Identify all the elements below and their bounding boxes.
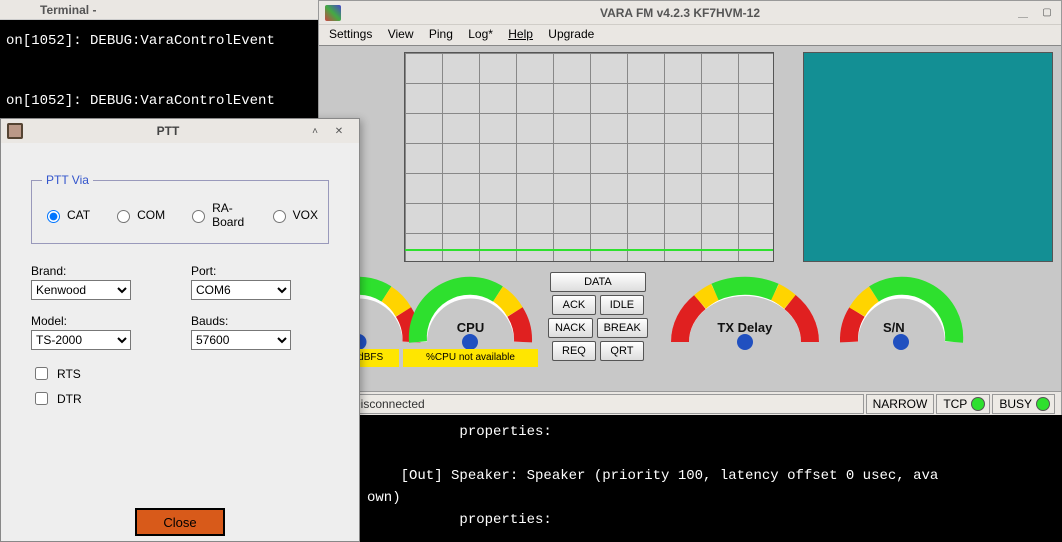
close-button[interactable]: Close xyxy=(135,508,225,536)
vara-body: VU idio Input: -65 dBFS CPU %CPU not ava… xyxy=(319,45,1061,415)
radio-ra-input[interactable] xyxy=(192,210,205,223)
menu-ping[interactable]: Ping xyxy=(429,27,453,41)
req-button[interactable]: REQ xyxy=(552,341,596,361)
rts-label: RTS xyxy=(57,367,81,381)
status-connection: Disconnected xyxy=(345,394,864,414)
cpu-gauge-label: CPU xyxy=(403,320,538,335)
ptt-body: PTT Via CAT COM RA-Board VOX Brand: Kenw… xyxy=(1,143,359,542)
sn-gauge: S/N xyxy=(834,272,954,367)
vara-statusbar: X Disconnected NARROW TCP BUSY xyxy=(319,391,1061,415)
ack-button[interactable]: ACK xyxy=(552,295,596,315)
port-field: Port: COM6 xyxy=(191,264,291,300)
ptt-radio-row: CAT COM RA-Board VOX xyxy=(42,201,318,229)
data-button[interactable]: DATA xyxy=(550,272,646,292)
txdelay-gauge-label: TX Delay xyxy=(660,320,830,335)
brand-label: Brand: xyxy=(31,264,131,278)
status-tcp: TCP xyxy=(936,394,990,414)
bauds-field: Bauds: 57600 xyxy=(191,314,291,350)
menu-settings[interactable]: Settings xyxy=(329,27,372,41)
port-label: Port: xyxy=(191,264,291,278)
waterfall-display xyxy=(404,52,774,262)
terminal-output-top: on[1052]: DEBUG:VaraControlEvent on[1052… xyxy=(0,20,320,120)
brand-field: Brand: Kenwood xyxy=(31,264,131,300)
field-row-2: Model: TS-2000 Bauds: 57600 xyxy=(31,314,329,350)
radio-com-input[interactable] xyxy=(117,210,130,223)
cpu-gauge-footer: %CPU not available xyxy=(403,349,538,367)
radio-cat-label: CAT xyxy=(67,208,90,222)
rts-checkbox[interactable] xyxy=(35,367,48,380)
minimize-icon[interactable]: ＿ xyxy=(1013,5,1033,21)
vara-menubar: Settings View Ping Log* Help Upgrade xyxy=(319,25,1061,45)
waterfall-grid xyxy=(405,53,773,261)
vara-app-icon xyxy=(325,5,341,21)
radio-ra[interactable]: RA-Board xyxy=(187,201,246,229)
terminal-output-bottom: properties: [Out] Speaker: Speaker (prio… xyxy=(357,415,1062,542)
txdelay-gauge: TX Delay xyxy=(660,272,830,367)
scope-display xyxy=(803,52,1053,262)
idle-button[interactable]: IDLE xyxy=(600,295,644,315)
menu-view[interactable]: View xyxy=(388,27,414,41)
collapse-icon[interactable]: ˄ xyxy=(305,123,325,139)
ptt-app-icon xyxy=(7,123,23,139)
qrt-button[interactable]: QRT xyxy=(600,341,644,361)
status-tcp-label: TCP xyxy=(943,397,967,411)
brand-select[interactable]: Kenwood xyxy=(31,280,131,300)
busy-led-icon xyxy=(1036,397,1050,411)
maximize-icon[interactable]: ▢ xyxy=(1037,5,1057,21)
sn-gauge-label: S/N xyxy=(834,320,954,335)
radio-ra-label: RA-Board xyxy=(212,201,246,229)
terminal-titlebar: Terminal - xyxy=(0,0,320,20)
break-button[interactable]: BREAK xyxy=(597,318,648,338)
radio-vox-label: VOX xyxy=(293,208,318,222)
dtr-label: DTR xyxy=(57,392,82,406)
model-label: Model: xyxy=(31,314,131,328)
radio-vox-input[interactable] xyxy=(273,210,286,223)
radio-vox[interactable]: VOX xyxy=(268,201,318,229)
rts-row[interactable]: RTS xyxy=(31,364,329,383)
ptt-title: PTT xyxy=(31,124,305,138)
radio-cat-input[interactable] xyxy=(47,210,60,223)
status-busy-label: BUSY xyxy=(999,397,1032,411)
radio-com-label: COM xyxy=(137,208,165,222)
status-busy: BUSY xyxy=(992,394,1055,414)
ptt-window: PTT ˄ ✕ PTT Via CAT COM RA-Board VOX Bra… xyxy=(0,118,360,542)
model-select[interactable]: TS-2000 xyxy=(31,330,131,350)
vara-titlebar[interactable]: VARA FM v4.2.3 KF7HVM-12 ＿ ▢ xyxy=(319,1,1061,25)
port-select[interactable]: COM6 xyxy=(191,280,291,300)
dtr-checkbox[interactable] xyxy=(35,392,48,405)
close-icon[interactable]: ✕ xyxy=(329,123,349,139)
nack-button[interactable]: NACK xyxy=(548,318,593,338)
control-button-stack: DATA ACK IDLE NACK BREAK REQ QRT xyxy=(548,272,648,361)
waterfall-baseline xyxy=(405,249,773,251)
tcp-led-icon xyxy=(971,397,985,411)
menu-help[interactable]: Help xyxy=(508,27,533,41)
dtr-row[interactable]: DTR xyxy=(31,389,329,408)
cpu-gauge: CPU %CPU not available xyxy=(403,272,538,367)
bauds-select[interactable]: 57600 xyxy=(191,330,291,350)
menu-upgrade[interactable]: Upgrade xyxy=(548,27,594,41)
radio-cat[interactable]: CAT xyxy=(42,201,90,229)
bauds-label: Bauds: xyxy=(191,314,291,328)
gauges-row: VU idio Input: -65 dBFS CPU %CPU not ava… xyxy=(319,272,1061,384)
field-row-1: Brand: Kenwood Port: COM6 xyxy=(31,264,329,300)
ptt-via-legend: PTT Via xyxy=(42,173,93,187)
ptt-titlebar[interactable]: PTT ˄ ✕ xyxy=(1,119,359,143)
status-narrow: NARROW xyxy=(866,394,935,414)
ptt-via-group: PTT Via CAT COM RA-Board VOX xyxy=(31,173,329,244)
vara-title: VARA FM v4.2.3 KF7HVM-12 xyxy=(347,6,1013,20)
vara-window: VARA FM v4.2.3 KF7HVM-12 ＿ ▢ Settings Vi… xyxy=(318,0,1062,415)
radio-com[interactable]: COM xyxy=(112,201,165,229)
model-field: Model: TS-2000 xyxy=(31,314,131,350)
menu-log[interactable]: Log* xyxy=(468,27,493,41)
